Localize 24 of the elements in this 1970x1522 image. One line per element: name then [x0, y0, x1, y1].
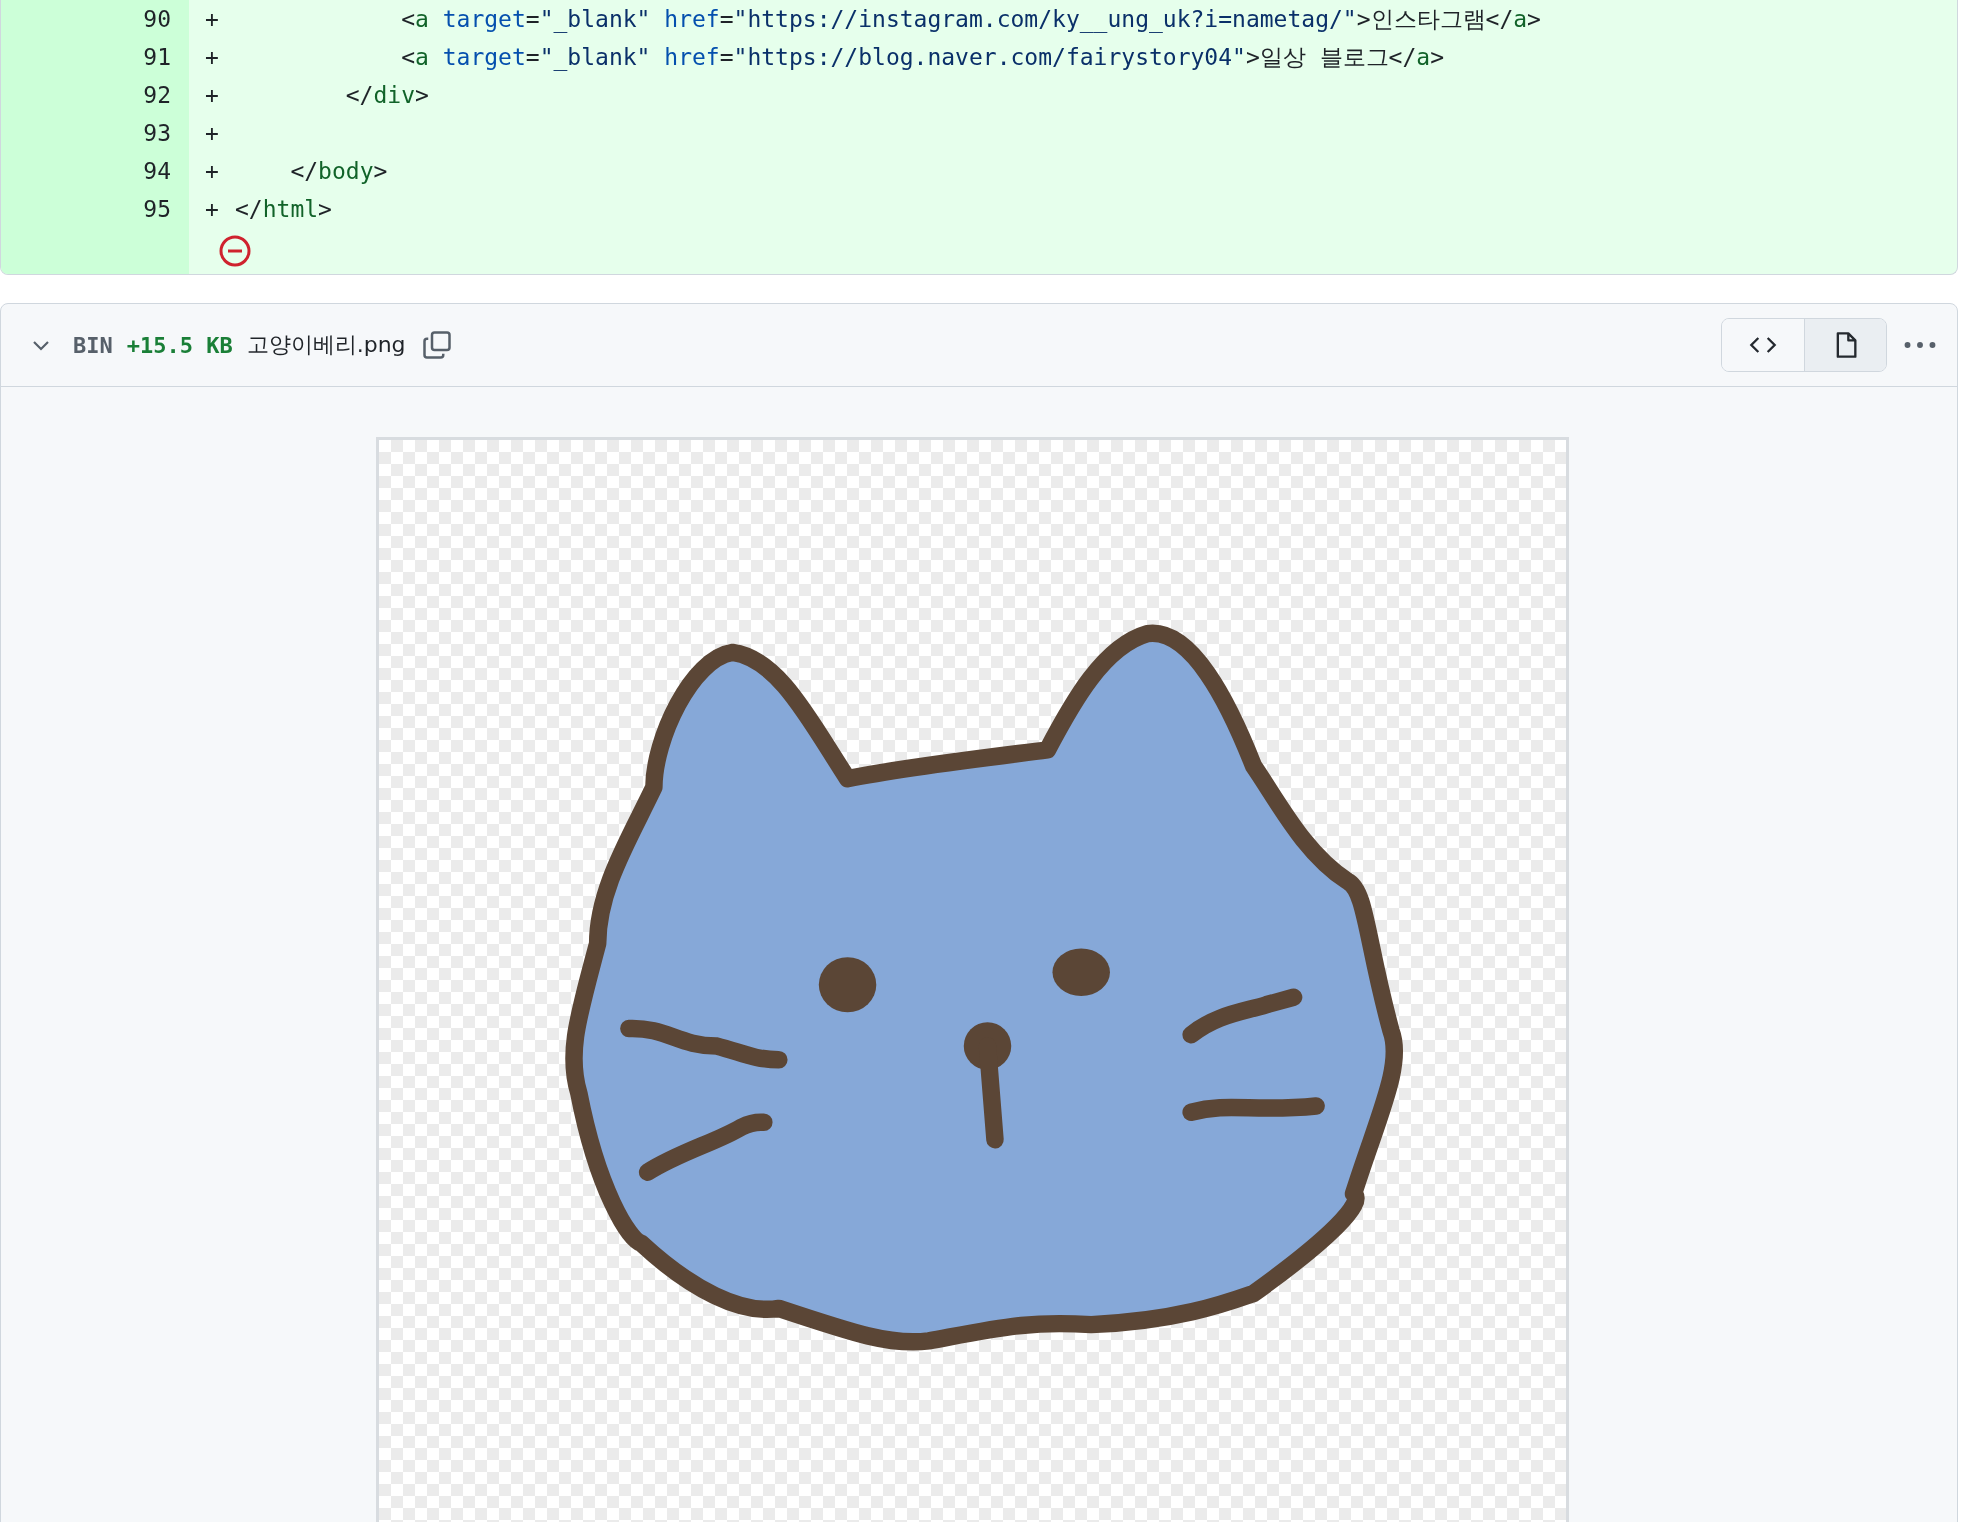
diff-marker: +: [205, 44, 220, 70]
diff-marker: +: [205, 120, 220, 146]
line-number: 94: [1, 152, 189, 190]
line-number: 92: [1, 76, 189, 114]
line-number: 93: [1, 114, 189, 152]
diff-marker: +: [205, 158, 220, 184]
line-number: 91: [1, 38, 189, 76]
file-name: 고양이베리.png: [246, 331, 406, 359]
line-number: 95: [1, 190, 189, 228]
file-view-button[interactable]: [1804, 319, 1886, 371]
diff-marker: +: [205, 196, 220, 222]
copy-icon[interactable]: [421, 330, 452, 360]
diff-marker: +: [205, 82, 220, 108]
file-size: +15.5 KB: [126, 332, 233, 358]
more-options-icon[interactable]: [1903, 340, 1937, 350]
diff-marker: +: [205, 6, 220, 32]
code-line: </html>: [234, 196, 332, 222]
code-line: </div>: [344, 82, 429, 108]
line-number: 90: [1, 0, 189, 38]
code-line: </body>: [289, 158, 388, 184]
code-line: <a target="_blank" href="https://blog.naver.com/fairystory04">일상 블로그</a>: [400, 42, 1445, 73]
no-newline-icon: [219, 235, 251, 267]
code-line: <a target="_blank" href="https://instagram.com/ky__ung_uk?i=nametag/">인스타그램</a>: [400, 4, 1541, 35]
file-type: BIN: [73, 332, 113, 358]
